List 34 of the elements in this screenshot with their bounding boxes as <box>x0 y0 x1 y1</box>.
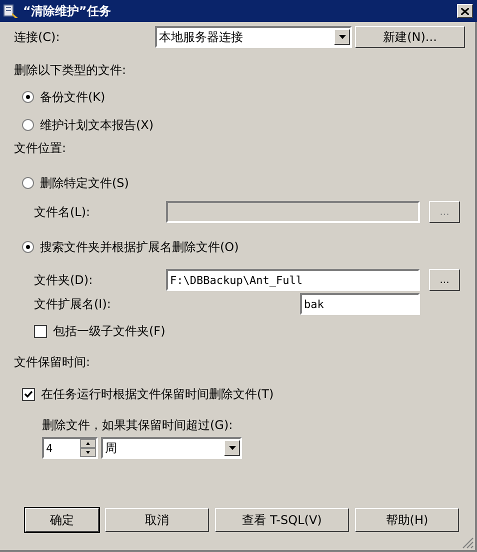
radio-option[interactable]: 删除特定文件(S) <box>22 172 129 194</box>
dialog-button[interactable]: 帮助(H) <box>355 508 459 532</box>
field-label: 文件夹(D): <box>34 272 94 288</box>
close-icon <box>461 8 469 14</box>
field-label: 文件名(L): <box>34 204 92 220</box>
input-field[interactable]: bak <box>300 293 420 315</box>
dialog-button[interactable]: 取消 <box>105 508 209 532</box>
field-label: 文件扩展名(I): <box>34 296 112 312</box>
unit-dropdown[interactable]: 周 <box>101 437 242 459</box>
connection-dropdown[interactable]: 本地服务器连接 <box>155 26 352 48</box>
dialog-button[interactable]: 查看 T-SQL(V) <box>215 508 349 532</box>
checkbox-option[interactable]: 包括一级子文件夹(F) <box>34 320 166 342</box>
radio-option[interactable]: 维护计划文本报告(X) <box>22 114 154 136</box>
number-spinner[interactable]: 4 <box>42 437 98 459</box>
field-label: 删除文件，如果其保留时间超过(G): <box>42 416 233 434</box>
dropdown-arrow-icon <box>338 35 346 39</box>
field-label: 连接(C): <box>14 28 61 46</box>
section-heading: 文件位置: <box>14 140 66 156</box>
resize-grip-icon[interactable] <box>462 537 474 549</box>
dialog-button[interactable]: 确定 <box>25 508 99 532</box>
radio-option[interactable]: 搜索文件夹并根据扩展名删除文件(O) <box>22 236 239 258</box>
radio-option[interactable]: 备份文件(K) <box>22 86 106 108</box>
section-heading: 文件保留时间: <box>14 354 90 370</box>
dropdown-arrow-icon <box>228 446 236 450</box>
checkmark-icon <box>24 390 33 398</box>
checkbox-option[interactable]: 在任务运行时根据文件保留时间删除文件(T) <box>22 383 274 405</box>
new-button[interactable]: 新建(N)... <box>355 26 465 48</box>
section-heading: 删除以下类型的文件: <box>14 62 126 78</box>
browse-button[interactable]: ... <box>429 269 460 291</box>
input-field[interactable]: F:\DBBackup\Ant_Full <box>166 269 420 291</box>
window-title: “清除维护”任务 <box>23 2 112 20</box>
spin-arrows-icon <box>80 439 96 457</box>
close-button[interactable] <box>457 4 473 18</box>
task-icon <box>3 3 19 19</box>
